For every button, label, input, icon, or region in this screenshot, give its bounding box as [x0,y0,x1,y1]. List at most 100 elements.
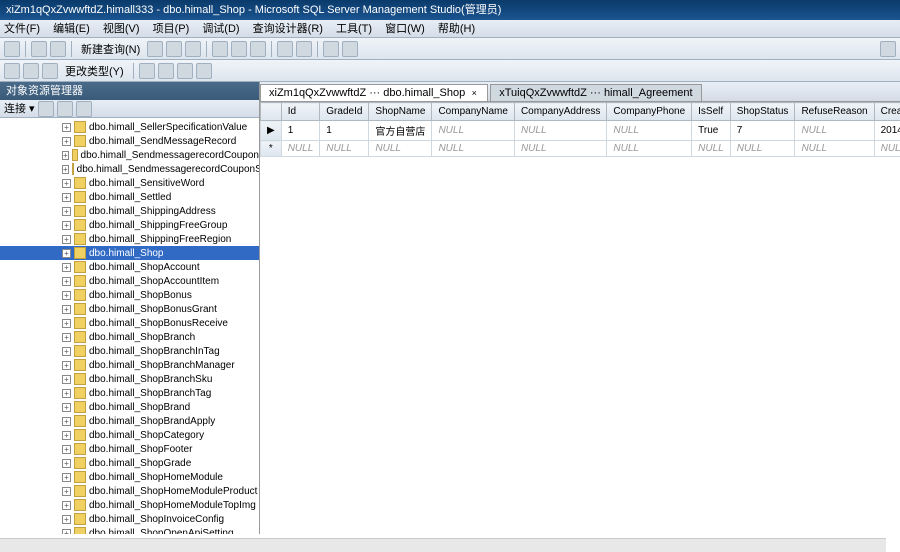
column-header[interactable] [261,103,282,121]
data-grid[interactable]: IdGradeIdShopNameCompanyNameCompanyAddre… [260,102,900,157]
expand-icon[interactable]: + [62,193,71,202]
document-tab[interactable]: xiZm1qQxZvwwftdZ ··· dbo.himall_Shop× [260,84,488,101]
expand-icon[interactable]: + [62,137,71,146]
expand-icon[interactable]: + [62,403,71,412]
cell[interactable]: NULL [281,141,320,157]
expand-icon[interactable]: + [62,431,71,440]
tree-item[interactable]: +dbo.himall_ShopHomeModuleProduct [0,484,259,498]
tb-icon[interactable] [158,63,174,79]
expand-icon[interactable]: + [62,263,71,272]
cell[interactable]: NULL [607,121,692,141]
expand-icon[interactable]: + [62,347,71,356]
tree-item[interactable]: +dbo.himall_ShopInvoiceConfig [0,512,259,526]
table-row[interactable]: ▶11官方自营店NULLNULLNULLTrue7NULL2014-10-30 [261,121,900,141]
menu-debug[interactable]: 调试(D) [202,23,239,35]
cell[interactable]: NULL [795,141,874,157]
cell[interactable]: True [692,121,731,141]
row-selector[interactable]: * [261,141,282,157]
cell[interactable]: NULL [607,141,692,157]
column-header[interactable]: CreateDate [874,103,900,121]
menu-tools[interactable]: 工具(T) [336,23,372,35]
column-header[interactable]: CompanyName [432,103,514,121]
tree-item[interactable]: +dbo.himall_Settled [0,190,259,204]
tb-icon[interactable] [4,63,20,79]
tb-icon[interactable] [23,63,39,79]
tree-item[interactable]: +dbo.himall_ShopFooter [0,442,259,456]
menu-project[interactable]: 项目(P) [153,23,190,35]
db-icon[interactable] [147,41,163,57]
horizontal-scrollbar[interactable] [0,538,886,552]
expand-icon[interactable]: + [62,221,71,230]
tree-item[interactable]: +dbo.himall_ShopAccountItem [0,274,259,288]
tree-item[interactable]: +dbo.himall_ShippingFreeRegion [0,232,259,246]
object-tree[interactable]: +dbo.himall_SellerSpecificationValue+dbo… [0,118,259,534]
cell[interactable]: 官方自营店 [369,121,432,141]
data-grid-wrap[interactable]: IdGradeIdShopNameCompanyNameCompanyAddre… [260,102,900,534]
cell[interactable]: NULL [432,121,514,141]
column-header[interactable]: IsSelf [692,103,731,121]
expand-icon[interactable]: + [62,501,71,510]
tree-item[interactable]: +dbo.himall_SendMessageRecord [0,134,259,148]
cell[interactable]: NULL [874,141,900,157]
close-icon[interactable]: × [469,88,479,98]
cell[interactable]: NULL [692,141,731,157]
expand-icon[interactable]: + [62,249,71,258]
undo-icon[interactable] [277,41,293,57]
tree-item[interactable]: +dbo.himall_ShopBranch [0,330,259,344]
tree-item[interactable]: +dbo.himall_SellerSpecificationValue [0,120,259,134]
paste-icon[interactable] [250,41,266,57]
execute-icon[interactable] [323,41,339,57]
tree-item[interactable]: +dbo.himall_ShopBrand [0,400,259,414]
menu-window[interactable]: 窗口(W) [385,23,425,35]
expand-icon[interactable]: + [62,515,71,524]
cell[interactable]: 7 [730,121,795,141]
refresh-icon[interactable] [38,101,54,117]
cell[interactable]: 1 [320,121,369,141]
save-icon[interactable] [50,41,66,57]
cell[interactable]: NULL [514,121,606,141]
menu-querydesigner[interactable]: 查询设计器(R) [253,23,323,35]
expand-icon[interactable]: + [62,417,71,426]
menu-view[interactable]: 视图(V) [103,23,140,35]
menu-edit[interactable]: 编辑(E) [53,23,90,35]
tree-item[interactable]: +dbo.himall_ShopBrandApply [0,414,259,428]
menu-file[interactable]: 文件(F) [4,23,40,35]
cut-icon[interactable] [212,41,228,57]
expand-icon[interactable]: + [62,375,71,384]
cell[interactable]: NULL [432,141,514,157]
tb-icon[interactable] [196,63,212,79]
stop-icon[interactable] [342,41,358,57]
document-tab[interactable]: xTuiqQxZvwwftdZ ··· himall_Agreement [490,84,701,101]
expand-icon[interactable]: + [62,235,71,244]
tree-item[interactable]: +dbo.himall_ShopOpenApiSetting [0,526,259,534]
expand-icon[interactable]: + [62,123,71,132]
tree-item[interactable]: +dbo.himall_SendmessagerecordCouponSN [0,162,259,176]
expand-icon[interactable]: + [62,305,71,314]
expand-icon[interactable]: + [62,291,71,300]
tree-item[interactable]: +dbo.himall_ShopHomeModule [0,470,259,484]
tree-item[interactable]: +dbo.himall_Shop [0,246,259,260]
expand-icon[interactable]: + [62,333,71,342]
tb-icon[interactable] [177,63,193,79]
tree-item[interactable]: +dbo.himall_ShopBranchSku [0,372,259,386]
open-icon[interactable] [31,41,47,57]
expand-icon[interactable]: + [62,473,71,482]
cell[interactable]: 1 [281,121,320,141]
cell[interactable]: 2014-10-30 [874,121,900,141]
filter-icon[interactable] [57,101,73,117]
expand-icon[interactable]: + [62,361,71,370]
db2-icon[interactable] [166,41,182,57]
new-query-button[interactable]: 新建查询(N) [81,41,140,57]
change-type-button[interactable]: 更改类型(Y) [65,63,124,79]
expand-icon[interactable]: + [62,487,71,496]
tb-icon[interactable] [139,63,155,79]
cell[interactable]: NULL [369,141,432,157]
tree-item[interactable]: +dbo.himall_ShopBranchManager [0,358,259,372]
column-header[interactable]: GradeId [320,103,369,121]
tree-item[interactable]: +dbo.himall_ShippingFreeGroup [0,218,259,232]
tree-item[interactable]: +dbo.himall_ShippingAddress [0,204,259,218]
tree-item[interactable]: +dbo.himall_ShopBranchTag [0,386,259,400]
expand-icon[interactable]: + [62,319,71,328]
expand-icon[interactable]: + [62,529,71,535]
stop-icon[interactable] [76,101,92,117]
